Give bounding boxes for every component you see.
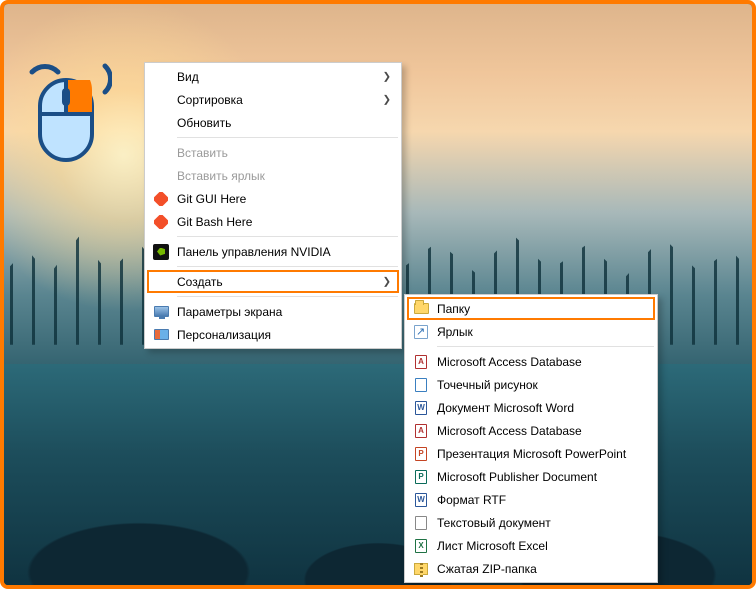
menu-item-label: Microsoft Access Database [437, 424, 627, 438]
word-file-icon: W [413, 400, 429, 416]
powerpoint-file-icon: P [413, 446, 429, 462]
chevron-right-icon: ❯ [383, 276, 391, 287]
screenshot-frame: Вид ❯ Сортировка ❯ Обновить Вставить Вст… [0, 0, 756, 589]
submenu-item-zip[interactable]: Сжатая ZIP-папка [407, 557, 655, 580]
rtf-file-icon: W [413, 492, 429, 508]
menu-item-display-settings[interactable]: Параметры экрана [147, 300, 399, 323]
submenu-item-excel[interactable]: X Лист Microsoft Excel [407, 534, 655, 557]
excel-file-icon: X [413, 538, 429, 554]
menu-item-label: Git GUI Here [177, 192, 371, 206]
menu-item-label: Вид [177, 70, 371, 84]
desktop-context-menu: Вид ❯ Сортировка ❯ Обновить Вставить Вст… [144, 62, 402, 349]
menu-item-label: Точечный рисунок [437, 378, 627, 392]
chevron-right-icon: ❯ [383, 94, 391, 105]
submenu-item-bitmap[interactable]: Точечный рисунок [407, 373, 655, 396]
menu-item-label: Сортировка [177, 93, 371, 107]
menu-item-label: Вставить ярлык [177, 169, 371, 183]
menu-item-label: Параметры экрана [177, 305, 371, 319]
menu-item-label: Презентация Microsoft PowerPoint [437, 447, 627, 461]
menu-item-label: Microsoft Publisher Document [437, 470, 627, 484]
submenu-item-publisher[interactable]: P Microsoft Publisher Document [407, 465, 655, 488]
submenu-item-text[interactable]: Текстовый документ [407, 511, 655, 534]
menu-item-label: Лист Microsoft Excel [437, 539, 627, 553]
git-icon [153, 214, 169, 230]
menu-separator [177, 137, 398, 138]
menu-item-label: Документ Microsoft Word [437, 401, 627, 415]
menu-item-nvidia[interactable]: Панель управления NVIDIA [147, 240, 399, 263]
menu-item-view[interactable]: Вид ❯ [147, 65, 399, 88]
submenu-item-rtf[interactable]: W Формат RTF [407, 488, 655, 511]
menu-item-git-gui[interactable]: Git GUI Here [147, 187, 399, 210]
menu-item-refresh[interactable]: Обновить [147, 111, 399, 134]
bitmap-file-icon [413, 377, 429, 393]
submenu-item-folder[interactable]: Папку [407, 297, 655, 320]
menu-item-label: Персонализация [177, 328, 371, 342]
menu-separator [177, 266, 398, 267]
menu-separator [437, 346, 654, 347]
menu-item-create[interactable]: Создать ❯ [147, 270, 399, 293]
access-file-icon: A [413, 423, 429, 439]
menu-item-label: Ярлык [437, 325, 627, 339]
menu-separator [177, 236, 398, 237]
submenu-item-access[interactable]: A Microsoft Access Database [407, 350, 655, 373]
personalization-icon [153, 327, 169, 343]
menu-item-label: Вставить [177, 146, 371, 160]
submenu-item-word[interactable]: W Документ Microsoft Word [407, 396, 655, 419]
text-file-icon [413, 515, 429, 531]
menu-item-label: Текстовый документ [437, 516, 627, 530]
create-submenu: Папку Ярлык A Microsoft Access Database … [404, 294, 658, 583]
submenu-item-shortcut[interactable]: Ярлык [407, 320, 655, 343]
menu-separator [177, 296, 398, 297]
nvidia-icon [153, 244, 169, 260]
menu-item-label: Панель управления NVIDIA [177, 245, 371, 259]
menu-item-label: Git Bash Here [177, 215, 371, 229]
mouse-right-click-icon [22, 58, 112, 168]
zip-file-icon [413, 561, 429, 577]
shortcut-icon [413, 324, 429, 340]
menu-item-label: Сжатая ZIP-папка [437, 562, 627, 576]
menu-item-label: Создать [177, 275, 371, 289]
menu-item-label: Папку [437, 302, 627, 316]
git-icon [153, 191, 169, 207]
menu-item-label: Формат RTF [437, 493, 627, 507]
folder-icon [413, 301, 429, 317]
chevron-right-icon: ❯ [383, 71, 391, 82]
menu-item-personalization[interactable]: Персонализация [147, 323, 399, 346]
menu-item-paste: Вставить [147, 141, 399, 164]
menu-item-paste-shortcut: Вставить ярлык [147, 164, 399, 187]
submenu-item-powerpoint[interactable]: P Презентация Microsoft PowerPoint [407, 442, 655, 465]
submenu-item-access-2[interactable]: A Microsoft Access Database [407, 419, 655, 442]
menu-item-sort[interactable]: Сортировка ❯ [147, 88, 399, 111]
display-icon [153, 304, 169, 320]
menu-item-label: Обновить [177, 116, 371, 130]
menu-item-label: Microsoft Access Database [437, 355, 627, 369]
publisher-file-icon: P [413, 469, 429, 485]
access-file-icon: A [413, 354, 429, 370]
menu-item-git-bash[interactable]: Git Bash Here [147, 210, 399, 233]
